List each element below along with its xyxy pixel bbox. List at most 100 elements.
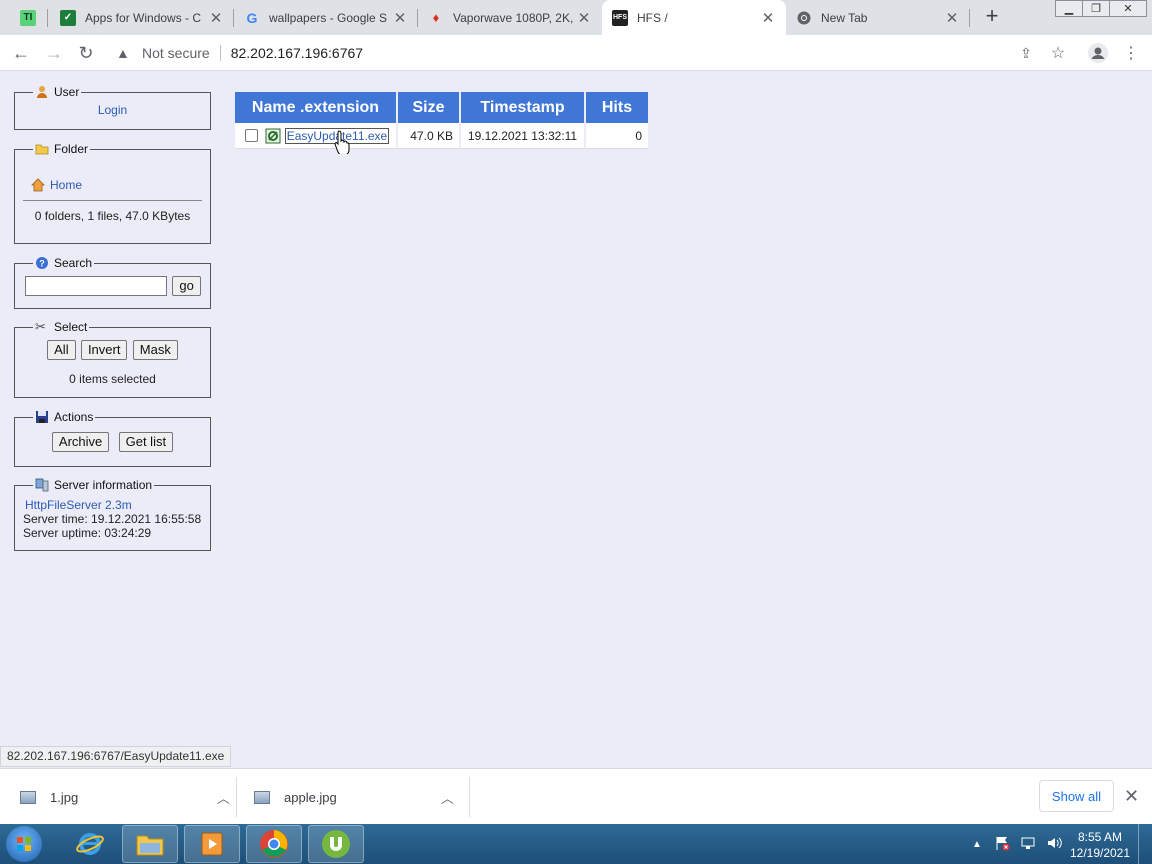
folder-panel: Folder Home 0 folders, 1 files, 47.0 KBy… xyxy=(14,142,211,244)
tab-close-icon[interactable]: ✕ xyxy=(944,9,960,27)
tab-close-icon[interactable]: ✕ xyxy=(208,9,224,27)
volume-icon[interactable] xyxy=(1046,835,1062,854)
server-info-panel: Server information HttpFileServer 2.3m S… xyxy=(14,478,211,551)
reload-button[interactable]: ↻ xyxy=(74,41,98,65)
search-panel: ? Search go xyxy=(14,256,211,309)
download-item[interactable]: apple.jpg ︿ xyxy=(254,769,454,825)
browser-toolbar: ← → ↻ ▲ Not secure 82.202.167.196:6767 ⇪… xyxy=(0,35,1152,71)
tab-pinned[interactable]: TI xyxy=(10,0,48,35)
login-link[interactable]: Login xyxy=(98,103,127,117)
share-icon[interactable]: ⇪ xyxy=(1014,41,1038,65)
archive-button[interactable]: Archive xyxy=(51,432,110,452)
tray-expand-icon[interactable]: ▲ xyxy=(972,839,982,850)
show-all-button[interactable]: Show all xyxy=(1039,780,1114,812)
column-header-name[interactable]: Name .extension xyxy=(235,92,398,123)
svg-text:?: ? xyxy=(39,259,45,269)
actions-legend: Actions xyxy=(33,410,95,424)
google-g-icon: G xyxy=(246,9,258,26)
home-link[interactable]: Home xyxy=(50,178,82,192)
help-icon: ? xyxy=(35,256,49,270)
windows-taskbar: ▲ 8:55 AM 12/19/2021 xyxy=(0,824,1152,864)
warning-icon[interactable]: ▲ xyxy=(116,45,134,61)
taskbar-clock[interactable]: 8:55 AM 12/19/2021 xyxy=(1064,829,1136,861)
close-window-button[interactable]: ✕ xyxy=(1109,0,1147,17)
image-file-icon xyxy=(254,790,270,804)
tab-apps-for-windows[interactable]: ✓ Apps for Windows - C ✕ xyxy=(50,0,234,35)
mask-button[interactable]: Mask xyxy=(132,340,178,360)
tab-close-icon[interactable]: ✕ xyxy=(392,9,408,27)
floppy-disk-icon xyxy=(35,410,49,424)
hfs-version-link[interactable]: HttpFileServer 2.3m xyxy=(25,498,202,512)
show-desktop-button[interactable] xyxy=(1138,824,1152,864)
go-button[interactable]: go xyxy=(172,276,201,296)
select-all-button[interactable]: All xyxy=(47,340,76,360)
hfs-page: User Login Folder Home 0 folders, 1 file… xyxy=(0,72,1152,768)
forward-button[interactable]: → xyxy=(42,41,66,65)
tab-close-icon[interactable]: ✕ xyxy=(760,9,776,27)
chrome-taskbar-icon[interactable] xyxy=(246,825,302,863)
omnibox-divider xyxy=(219,45,221,61)
profile-icon[interactable] xyxy=(1086,41,1110,65)
security-label[interactable]: Not secure xyxy=(142,45,210,61)
tab-google-wallpapers[interactable]: G wallpapers - Google S ✕ xyxy=(234,0,418,35)
server-info-legend-text: Server information xyxy=(54,478,153,492)
green-app-icon: ✓ xyxy=(60,9,76,26)
search-input[interactable] xyxy=(25,276,167,296)
select-panel: ✂ Select All Invert Mask 0 items selecte… xyxy=(14,320,211,398)
utorrent-icon[interactable] xyxy=(308,825,364,863)
file-name-cell: EasyUpdate11.exe xyxy=(235,123,398,149)
omnibox[interactable]: ▲ Not secure 82.202.167.196:6767 xyxy=(110,40,1150,66)
tab-new-tab[interactable]: New Tab ✕ xyxy=(786,0,970,35)
file-hits-cell: 0 xyxy=(586,123,648,149)
hand-cursor-icon xyxy=(334,130,350,156)
file-explorer-icon[interactable] xyxy=(122,825,178,863)
invert-selection-button[interactable]: Invert xyxy=(80,340,128,360)
select-legend: ✂ Select xyxy=(33,320,89,335)
internet-explorer-icon[interactable] xyxy=(62,825,118,863)
get-list-button[interactable]: Get list xyxy=(118,432,174,452)
search-legend-text: Search xyxy=(54,256,93,270)
chevron-up-icon[interactable]: ︿ xyxy=(217,788,230,807)
clock-date: 12/19/2021 xyxy=(1069,846,1131,860)
folder-summary: 0 folders, 1 files, 47.0 KBytes xyxy=(34,209,191,223)
menu-kebab-icon[interactable]: ⋮ xyxy=(1119,41,1143,65)
hfs-icon: HFS xyxy=(612,9,628,26)
server-time-text: Server time: 19.12.2021 16:55:58 xyxy=(23,512,202,526)
restore-button[interactable]: ❐ xyxy=(1082,0,1110,17)
tab-close-icon[interactable]: ✕ xyxy=(576,9,592,27)
column-header-size[interactable]: Size xyxy=(398,92,461,123)
server-computer-icon xyxy=(35,478,49,492)
folder-legend: Folder xyxy=(33,142,90,156)
tab-vaporwave[interactable]: ♦ Vaporwave 1080P, 2K, ✕ xyxy=(418,0,602,35)
image-file-icon xyxy=(20,790,36,804)
clock-time: 8:55 AM xyxy=(1077,830,1123,844)
column-header-hits[interactable]: Hits xyxy=(586,92,648,123)
url-text[interactable]: 82.202.167.196:6767 xyxy=(231,45,363,61)
home-icon xyxy=(31,178,45,192)
tab-separator xyxy=(969,9,970,27)
close-shelf-icon[interactable]: ✕ xyxy=(1124,786,1139,807)
tab-title: Vaporwave 1080P, 2K, xyxy=(453,10,574,25)
column-header-timestamp[interactable]: Timestamp xyxy=(461,92,586,123)
user-icon xyxy=(35,85,49,99)
file-row: EasyUpdate11.exe 47.0 KB 19.12.2021 13:3… xyxy=(235,123,648,149)
chevron-up-icon[interactable]: ︿ xyxy=(441,788,454,807)
new-tab-button[interactable]: + xyxy=(980,5,1004,29)
start-button[interactable] xyxy=(6,826,42,862)
back-button[interactable]: ← xyxy=(9,41,33,65)
file-checkbox[interactable] xyxy=(245,129,258,142)
chrome-icon xyxy=(796,10,812,26)
minimize-button[interactable]: ▁ xyxy=(1055,0,1083,17)
tab-strip: TI ✓ Apps for Windows - C ✕ G wallpapers… xyxy=(0,0,1152,35)
bookmark-star-icon[interactable]: ☆ xyxy=(1046,41,1070,65)
download-separator xyxy=(236,777,237,817)
folder-legend-text: Folder xyxy=(54,142,89,156)
download-item[interactable]: 1.jpg ︿ xyxy=(20,769,230,825)
media-player-icon[interactable] xyxy=(184,825,240,863)
tab-hfs[interactable]: HFS HFS / ✕ xyxy=(602,0,786,35)
file-table: Name .extension Size Timestamp Hits Easy… xyxy=(235,92,648,149)
tab-title: HFS / xyxy=(637,10,668,25)
network-icon[interactable] xyxy=(1020,835,1036,854)
action-center-flag-icon[interactable] xyxy=(994,835,1010,854)
tab-title: Apps for Windows - C xyxy=(85,10,202,25)
